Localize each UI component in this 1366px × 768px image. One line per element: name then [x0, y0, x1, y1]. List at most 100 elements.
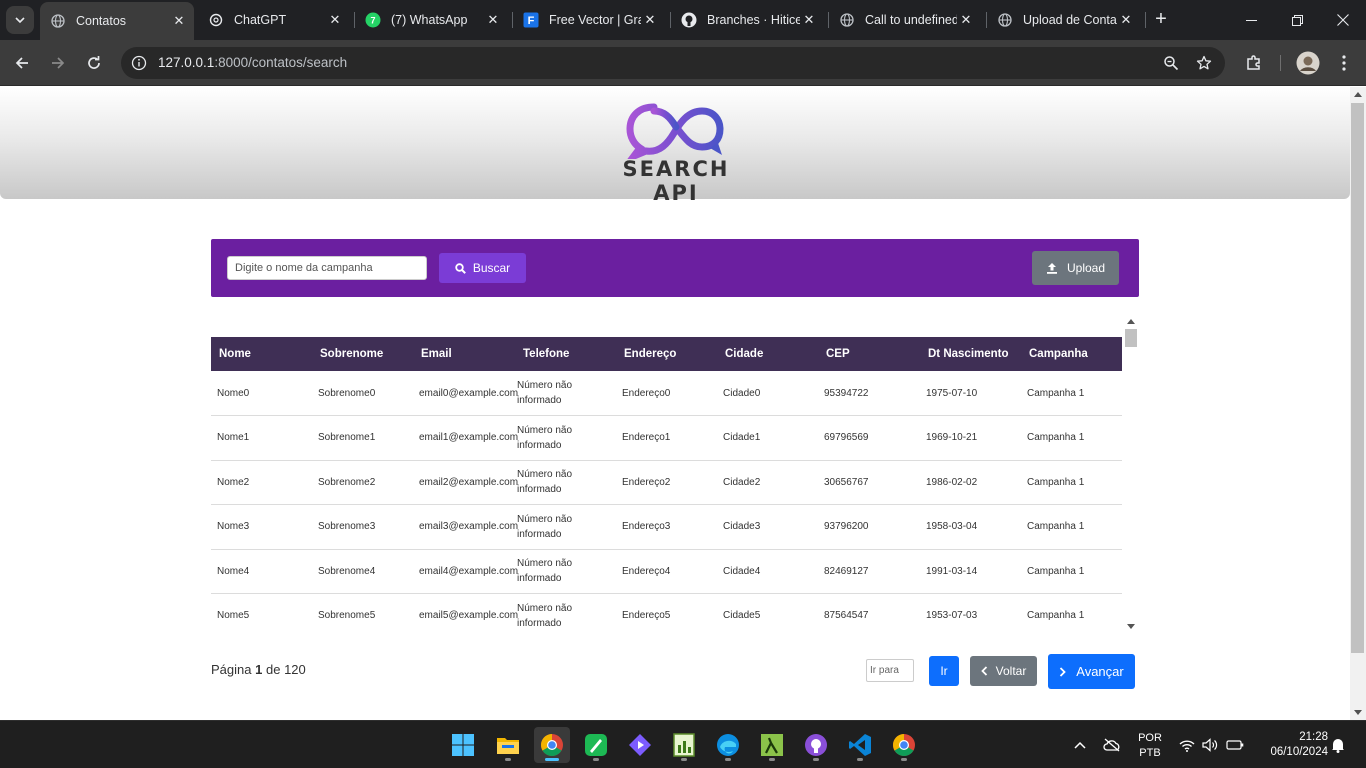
cell-nome: Nome3 — [211, 504, 312, 550]
scroll-down-arrow-icon[interactable] — [1127, 624, 1135, 629]
tab-title: Contatos — [76, 14, 127, 28]
bookmark-star-icon[interactable] — [1194, 53, 1214, 73]
logo-text: SEARCH API — [622, 157, 730, 205]
contacts-table-container[interactable]: Nome Sobrenome Email Telefone Endereço C… — [211, 315, 1139, 633]
upload-button[interactable]: Upload — [1032, 251, 1119, 285]
input-language[interactable]: POR PTB — [1136, 731, 1164, 761]
cell-nome: Nome2 — [211, 460, 312, 505]
close-tab-icon[interactable]: ✕ — [484, 11, 502, 29]
chevron-down-icon — [15, 17, 25, 24]
globe-icon — [50, 13, 66, 29]
tab-title: Free Vector | Gra — [549, 13, 641, 27]
volume-icon[interactable] — [1200, 735, 1220, 755]
column-header[interactable]: Dt Nascimento — [920, 337, 1021, 371]
profile-avatar[interactable] — [1294, 49, 1322, 77]
taskbar-chrome[interactable] — [534, 727, 570, 763]
previous-page-button[interactable]: Voltar — [970, 656, 1037, 686]
url-text: 127.0.0.1:8000/contatos/search — [158, 55, 347, 70]
close-tab-icon[interactable]: ✕ — [326, 11, 344, 29]
minimize-button[interactable] — [1228, 0, 1274, 40]
column-header[interactable]: Sobrenome — [312, 337, 413, 371]
page-scrollbar[interactable] — [1350, 87, 1366, 720]
tab-github[interactable]: Branches · Hitice ✕ — [671, 4, 824, 36]
column-header[interactable]: Cidade — [717, 337, 818, 371]
column-header[interactable]: Telefone — [515, 337, 616, 371]
site-info-icon[interactable] — [129, 53, 149, 73]
github-icon — [681, 12, 697, 28]
tab-title: ChatGPT — [234, 13, 287, 27]
back-button[interactable] — [8, 49, 36, 77]
browser-menu-button[interactable] — [1330, 49, 1358, 77]
new-tab-button[interactable]: + — [1150, 8, 1172, 30]
column-header[interactable]: CEP — [818, 337, 920, 371]
address-bar[interactable]: 127.0.0.1:8000/contatos/search — [121, 47, 1225, 79]
play-diamond-icon — [629, 734, 651, 756]
battery-icon[interactable] — [1225, 735, 1245, 755]
forward-button[interactable] — [44, 49, 72, 77]
table-scroll-thumb[interactable] — [1125, 329, 1137, 347]
cell-cidade: Cidade4 — [717, 549, 818, 594]
close-tab-icon[interactable]: ✕ — [1117, 11, 1135, 29]
previous-button-label: Voltar — [995, 664, 1027, 678]
tab-whatsapp[interactable]: 7 (7) WhatsApp ✕ — [355, 4, 508, 36]
column-header[interactable]: Campanha — [1021, 337, 1122, 371]
start-button[interactable] — [445, 727, 481, 763]
page-scroll-down-icon[interactable] — [1354, 710, 1362, 715]
zoom-icon[interactable] — [1161, 53, 1181, 73]
folder-icon — [497, 738, 519, 754]
next-page-button[interactable]: Avançar — [1048, 654, 1135, 689]
tab-upload-de-contatos[interactable]: Upload de Conta ✕ — [987, 4, 1141, 36]
cell-endereco: Endereço3 — [616, 504, 717, 550]
restore-button[interactable] — [1274, 0, 1320, 40]
taskbar-github-desktop[interactable] — [798, 727, 834, 763]
scroll-up-arrow-icon[interactable] — [1127, 319, 1135, 324]
extensions-button[interactable] — [1240, 49, 1268, 77]
search-button[interactable]: Buscar — [439, 253, 526, 283]
table-header-row: Nome Sobrenome Email Telefone Endereço C… — [211, 337, 1122, 371]
taskbar-file-explorer[interactable] — [490, 727, 526, 763]
tab-search-button[interactable] — [6, 6, 34, 34]
close-tab-icon[interactable]: ✕ — [170, 12, 188, 30]
go-button[interactable]: Ir — [929, 656, 959, 686]
taskbar-spreadsheet-app[interactable] — [666, 727, 702, 763]
page-scroll-thumb[interactable] — [1351, 103, 1364, 653]
cloud-offline-icon[interactable] — [1102, 735, 1122, 755]
column-header[interactable]: Nome — [211, 337, 312, 371]
tab-freepik[interactable]: F Free Vector | Gra ✕ — [513, 4, 665, 36]
taskbar-media-app[interactable] — [622, 727, 658, 763]
taskbar-lambda-app[interactable] — [754, 727, 790, 763]
table-scrollbar[interactable] — [1123, 315, 1139, 633]
close-tab-icon[interactable]: ✕ — [800, 11, 818, 29]
tab-chatgpt[interactable]: ChatGPT ✕ — [198, 4, 350, 36]
goto-page-input[interactable] — [866, 659, 914, 682]
wifi-icon[interactable] — [1177, 735, 1197, 755]
close-window-button[interactable] — [1320, 0, 1366, 40]
page-scroll-up-icon[interactable] — [1354, 92, 1362, 97]
close-tab-icon[interactable]: ✕ — [641, 11, 659, 29]
running-indicator — [545, 758, 559, 761]
cell-cidade: Cidade2 — [717, 460, 818, 505]
tab-title: Call to undefined — [865, 13, 957, 27]
running-indicator — [505, 758, 511, 761]
browser-tab-strip: Contatos ✕ ChatGPT ✕ 7 (7) WhatsApp ✕ F … — [0, 0, 1366, 40]
tab-contatos[interactable]: Contatos ✕ — [40, 2, 194, 40]
taskbar-chrome-profile[interactable] — [886, 727, 922, 763]
page-header: SEARCH API — [0, 87, 1350, 205]
taskbar-vscode[interactable] — [842, 727, 878, 763]
column-header[interactable]: Endereço — [616, 337, 717, 371]
campaign-search-input[interactable] — [227, 256, 427, 280]
taskbar-clock[interactable]: 21:28 06/10/2024 — [1258, 730, 1328, 760]
close-tab-icon[interactable]: ✕ — [957, 11, 975, 29]
taskbar-notes-app[interactable] — [578, 727, 614, 763]
taskbar-edge[interactable] — [710, 727, 746, 763]
column-header[interactable]: Email — [413, 337, 515, 371]
tray-overflow-chevron-icon[interactable] — [1070, 735, 1090, 755]
running-indicator — [901, 758, 907, 761]
notification-bell-icon[interactable] — [1328, 735, 1348, 755]
cell-nome: Nome5 — [211, 593, 312, 633]
restore-icon — [1291, 14, 1303, 26]
cell-campanha: Campanha 1 — [1021, 371, 1122, 416]
cell-cidade: Cidade0 — [717, 371, 818, 416]
reload-button[interactable] — [80, 49, 108, 77]
tab-call-to-undefined[interactable]: Call to undefined ✕ — [829, 4, 981, 36]
